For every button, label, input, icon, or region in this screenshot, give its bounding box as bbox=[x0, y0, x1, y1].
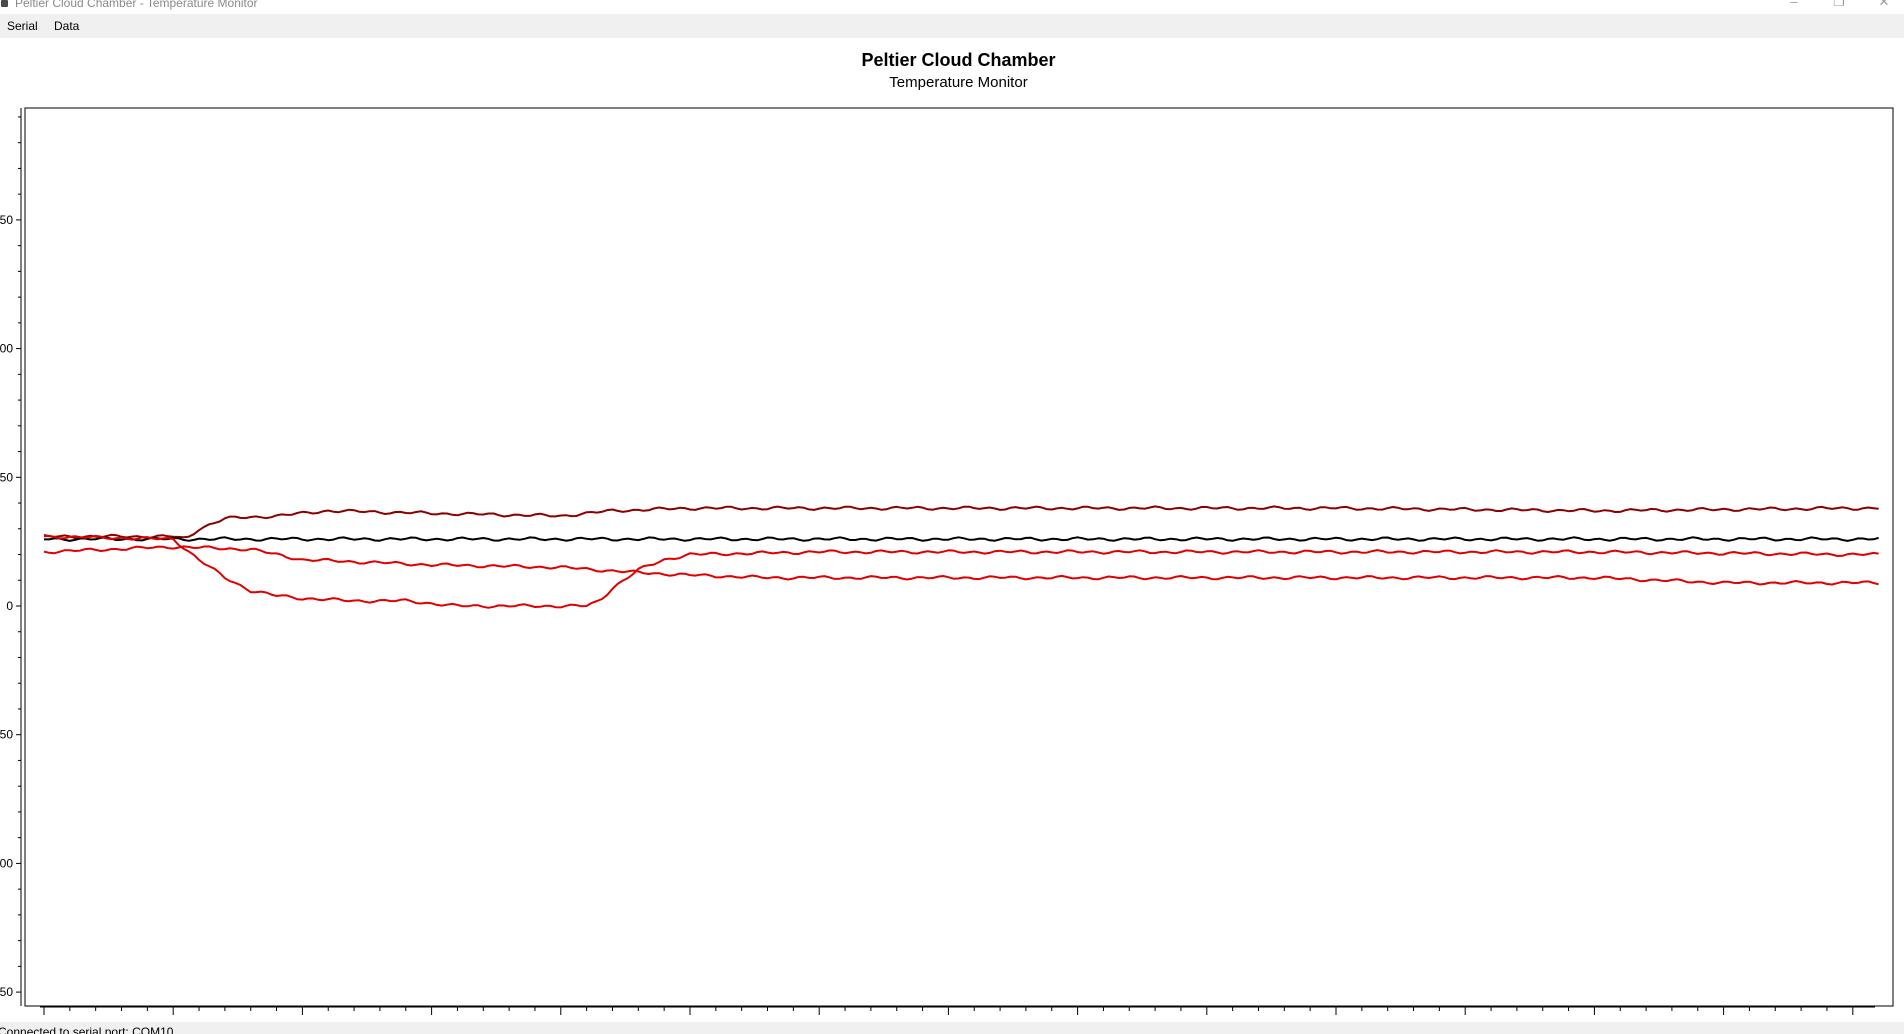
y-tick-label: 00 bbox=[0, 342, 13, 356]
series-line-dark-red bbox=[43, 505, 1879, 540]
temperature-chart: 50 00 50 0 50 00 50 bbox=[0, 107, 1894, 1015]
series-line-red-1 bbox=[43, 534, 1879, 609]
y-tick-label: 00 bbox=[0, 856, 13, 870]
y-tick-label: 50 bbox=[0, 213, 13, 227]
y-tick-label: 50 bbox=[0, 470, 13, 484]
y-tick-label: 50 bbox=[0, 985, 13, 999]
status-text: Connected to serial port: COM10 bbox=[0, 1025, 174, 1034]
status-bar: Connected to serial port: COM10 bbox=[0, 1022, 1904, 1034]
y-tick-label: 0 bbox=[6, 599, 13, 613]
plot-frame bbox=[24, 107, 1894, 1007]
series-line-black bbox=[44, 536, 1879, 542]
y-tick-label: 50 bbox=[0, 728, 13, 742]
